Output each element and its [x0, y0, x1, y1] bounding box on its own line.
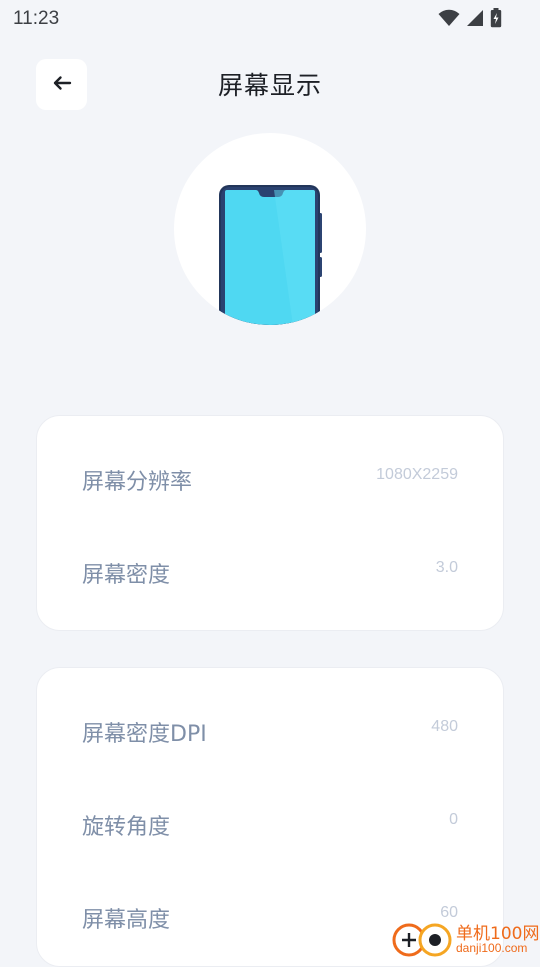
row-value: 0	[449, 811, 458, 828]
cell-signal-icon	[466, 9, 484, 27]
row-value: 3.0	[435, 559, 458, 576]
page-title: 屏幕显示	[217, 71, 322, 100]
row-label: 屏幕密度DPI	[82, 722, 207, 747]
status-time: 11:23	[13, 8, 60, 29]
info-row-rotation: 旋转角度 0	[37, 803, 503, 843]
row-value: 480	[431, 718, 458, 735]
info-row-density: 屏幕密度 3.0	[37, 551, 503, 591]
info-row-resolution: 屏幕分辨率 1080X2259	[37, 458, 503, 498]
battery-charging-icon	[490, 8, 502, 28]
watermark-icon	[392, 923, 452, 957]
row-value: 1080X2259	[376, 466, 458, 483]
row-label: 旋转角度	[82, 815, 171, 840]
wifi-icon	[438, 9, 460, 27]
watermark-url: danji100.com	[456, 941, 528, 955]
hero-circle	[174, 133, 366, 325]
row-label: 屏幕分辨率	[82, 470, 193, 495]
info-row-dpi: 屏幕密度DPI 480	[37, 710, 503, 750]
display-info-card: 屏幕分辨率 1080X2259 屏幕密度 3.0	[36, 415, 504, 631]
watermark-logo: 单机100网 danji100.com	[390, 917, 540, 960]
status-icons	[438, 8, 502, 28]
status-bar: 11:23	[0, 0, 540, 36]
row-label: 屏幕密度	[82, 563, 171, 588]
smartphone-illustration	[219, 185, 322, 325]
row-label: 屏幕高度	[82, 908, 171, 933]
